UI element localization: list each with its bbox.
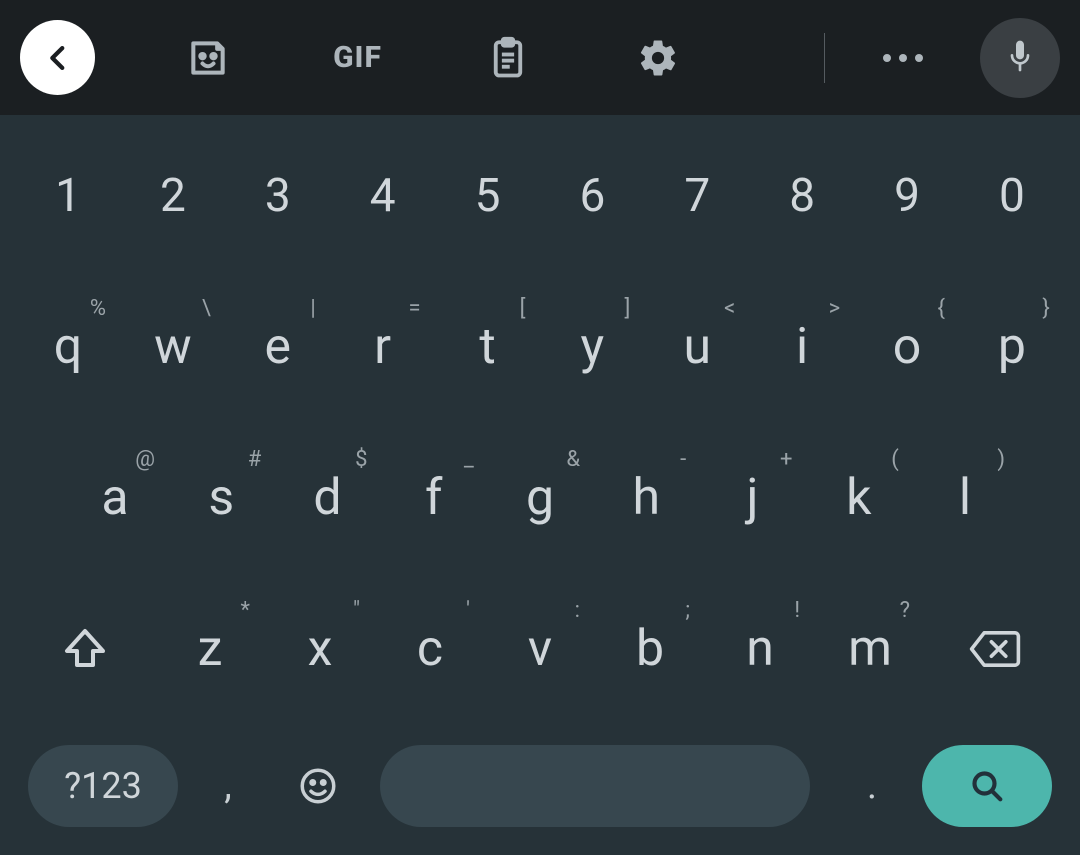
key-4[interactable]: 4 — [335, 141, 431, 251]
period-key[interactable]: . — [832, 764, 912, 808]
key-9[interactable]: 9 — [859, 141, 955, 251]
key-8[interactable]: 8 — [754, 141, 850, 251]
key-e[interactable]: |e — [230, 292, 326, 402]
key-i[interactable]: >i — [754, 292, 850, 402]
back-button[interactable] — [20, 20, 95, 95]
key-y[interactable]: ]y — [544, 292, 640, 402]
search-key[interactable] — [922, 745, 1052, 827]
settings-icon[interactable] — [620, 20, 695, 95]
key-o[interactable]: {o — [859, 292, 955, 402]
key-b[interactable]: ;b — [600, 594, 700, 704]
letter-row-1: %q \w |e =r [t ]y <u >i {o }p — [20, 292, 1060, 402]
key-j[interactable]: +j — [703, 443, 803, 553]
key-a[interactable]: @a — [65, 443, 165, 553]
key-5[interactable]: 5 — [440, 141, 536, 251]
key-p[interactable]: }p — [964, 292, 1060, 402]
key-c[interactable]: 'c — [380, 594, 480, 704]
letter-row-2: @a #s $d _f &g -h +j (k )l — [20, 443, 1060, 553]
key-k[interactable]: (k — [809, 443, 909, 553]
bottom-row: ?123 , . — [20, 745, 1060, 827]
spacebar[interactable] — [380, 745, 810, 827]
keyboard-area: 1 2 3 4 5 6 7 8 9 0 %q \w |e =r [t ]y <u… — [0, 115, 1080, 855]
clipboard-icon[interactable] — [470, 20, 545, 95]
sticker-icon[interactable] — [170, 20, 245, 95]
key-r[interactable]: =r — [335, 292, 431, 402]
comma-key[interactable]: , — [188, 764, 268, 808]
letter-row-3: *z "x 'c :v ;b !n ?m — [20, 594, 1060, 704]
key-d[interactable]: $d — [278, 443, 378, 553]
key-7[interactable]: 7 — [649, 141, 745, 251]
backspace-key[interactable] — [930, 599, 1060, 699]
key-x[interactable]: "x — [270, 594, 370, 704]
key-g[interactable]: &g — [490, 443, 590, 553]
key-t[interactable]: [t — [440, 292, 536, 402]
key-q[interactable]: %q — [20, 292, 116, 402]
key-v[interactable]: :v — [490, 594, 590, 704]
key-6[interactable]: 6 — [544, 141, 640, 251]
keyboard-toolbar: GIF — [0, 0, 1080, 115]
shift-key[interactable] — [20, 599, 150, 699]
key-1[interactable]: 1 — [20, 141, 116, 251]
key-z[interactable]: *z — [160, 594, 260, 704]
key-u[interactable]: <u — [649, 292, 745, 402]
number-row: 1 2 3 4 5 6 7 8 9 0 — [20, 141, 1060, 251]
more-icon[interactable] — [865, 20, 940, 95]
key-s[interactable]: #s — [171, 443, 271, 553]
gif-button[interactable]: GIF — [320, 20, 395, 95]
key-0[interactable]: 0 — [964, 141, 1060, 251]
key-l[interactable]: )l — [915, 443, 1015, 553]
mic-button[interactable] — [980, 18, 1060, 98]
symbol-numeric-key[interactable]: ?123 — [28, 745, 178, 827]
key-w[interactable]: \w — [125, 292, 221, 402]
toolbar-separator — [824, 33, 825, 83]
key-n[interactable]: !n — [710, 594, 810, 704]
key-3[interactable]: 3 — [230, 141, 326, 251]
emoji-key[interactable] — [278, 765, 358, 807]
key-f[interactable]: _f — [384, 443, 484, 553]
key-m[interactable]: ?m — [820, 594, 920, 704]
key-h[interactable]: -h — [596, 443, 696, 553]
key-2[interactable]: 2 — [125, 141, 221, 251]
